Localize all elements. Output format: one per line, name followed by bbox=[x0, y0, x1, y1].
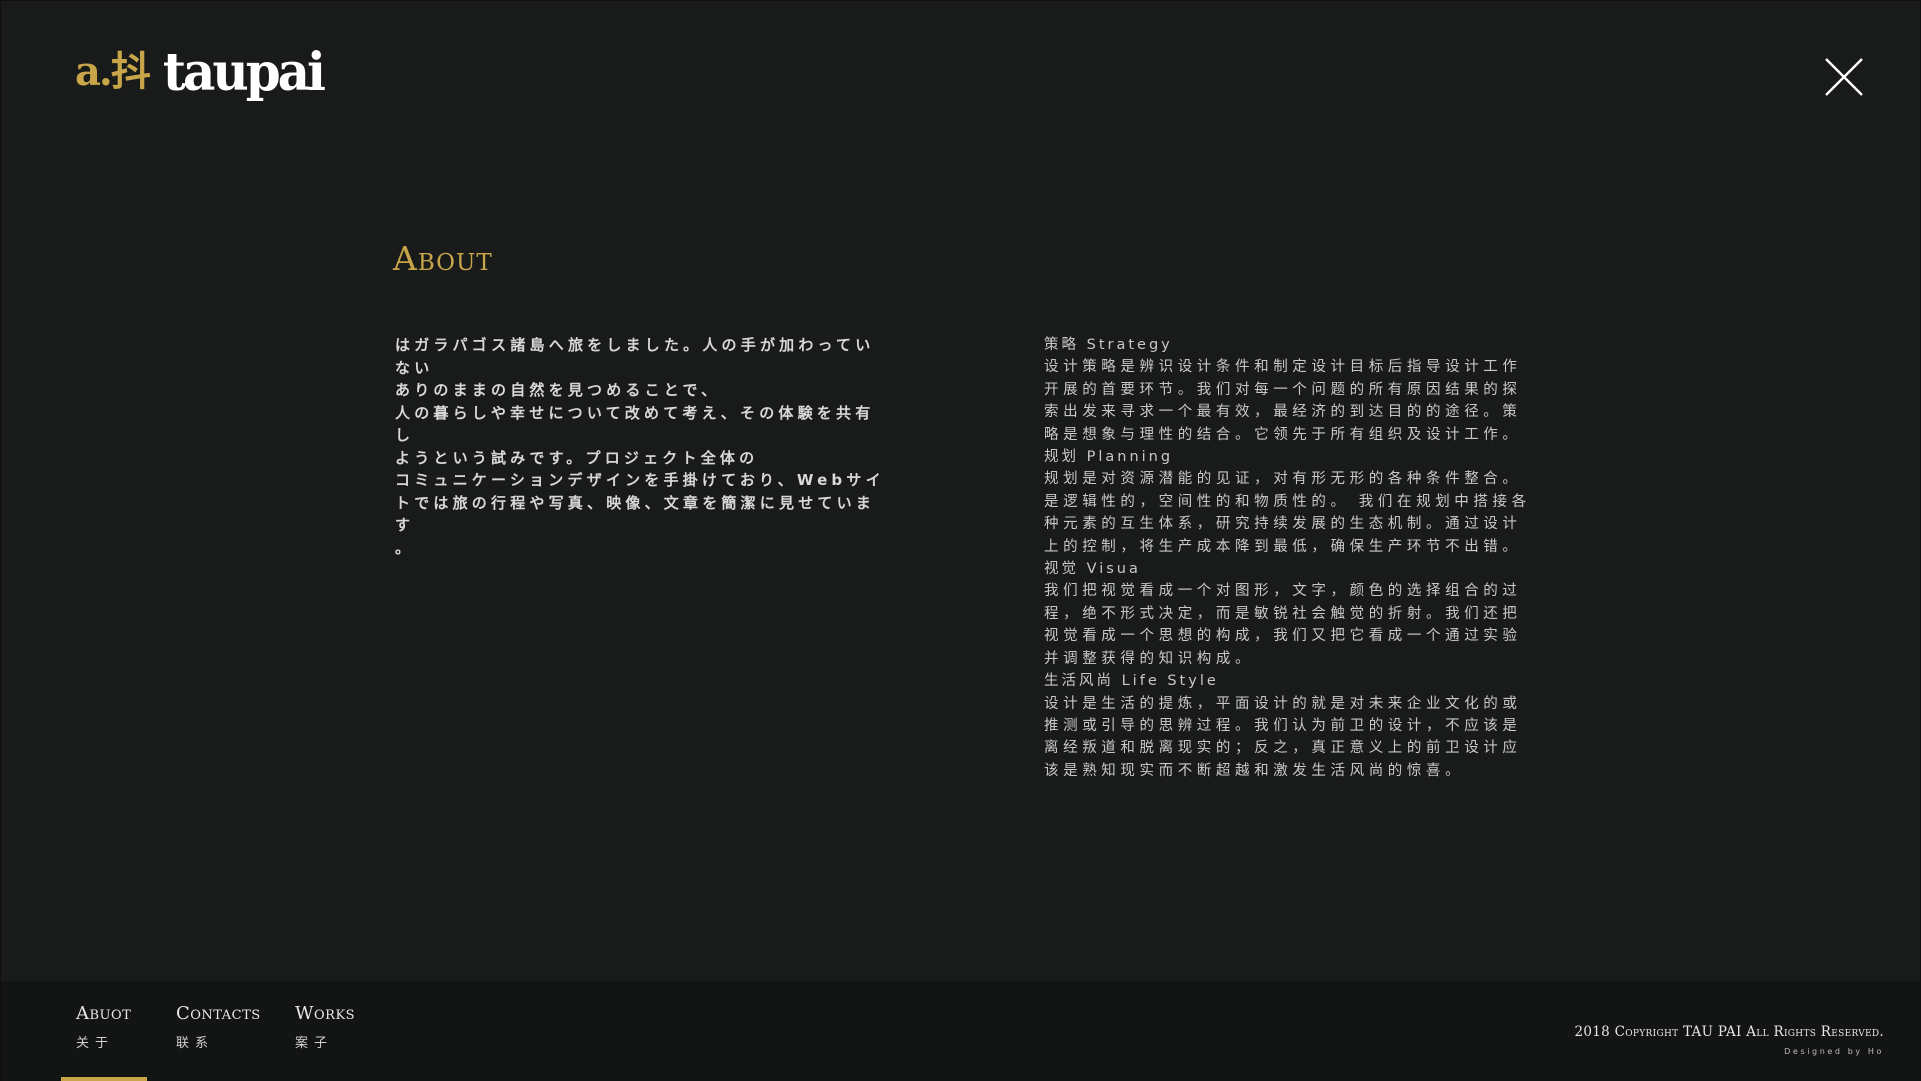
close-icon bbox=[1825, 58, 1863, 96]
logo-mark: a.抖 bbox=[75, 48, 151, 95]
nav-label-cn: 关于 bbox=[76, 1036, 115, 1051]
nav-item-contacts[interactable]: Contacts 联系 bbox=[176, 1003, 261, 1051]
nav-label-en: Works bbox=[295, 1003, 356, 1024]
section-title: 生活风尚 Life Style bbox=[1044, 673, 1219, 690]
section-strategy: 策略 Strategy 设计策略是辨识设计条件和制定设计目标后指导设计工作开展的… bbox=[1044, 334, 1534, 446]
section-body: 设计是生活的提炼，平面设计的就是对未来企业文化的或推测或引导的思辨过程。我们认为… bbox=[1044, 695, 1522, 779]
nav-item-about[interactable]: Abuot 关于 bbox=[76, 1003, 131, 1051]
footer: Abuot 关于 Contacts 联系 Works 案子 2018 Copyr… bbox=[1, 981, 1920, 1081]
about-sections: 策略 Strategy 设计策略是辨识设计条件和制定设计目标后指导设计工作开展的… bbox=[1044, 334, 1534, 782]
section-visual: 视觉 Visua 我们把视觉看成一个对图形，文字，颜色的选择组合的过程，绝不形式… bbox=[1044, 558, 1534, 670]
section-title: 视觉 Visua bbox=[1044, 561, 1141, 578]
section-body: 我们把视觉看成一个对图形，文字，颜色的选择组合的过程，绝不形式决定，而是敏锐社会… bbox=[1044, 583, 1522, 667]
nav-label-en: Contacts bbox=[176, 1003, 261, 1024]
nav-label-cn: 联系 bbox=[176, 1036, 215, 1051]
designed-by-text: Designed by Ho bbox=[1784, 1047, 1884, 1056]
section-title: 策略 Strategy bbox=[1044, 337, 1173, 353]
section-title: 规划 Planning bbox=[1044, 449, 1174, 466]
logo[interactable]: a.抖 taupai bbox=[75, 40, 326, 103]
nav-label-cn: 案子 bbox=[295, 1036, 334, 1051]
nav-item-works[interactable]: Works 案子 bbox=[295, 1003, 355, 1051]
section-body: 规划是对资源潜能的见证，对有形无形的各种条件整合。是逻辑性的，空间性的和物质性的… bbox=[1044, 471, 1531, 555]
section-lifestyle: 生活风尚 Life Style 设计是生活的提炼，平面设计的就是对未来企业文化的… bbox=[1044, 670, 1534, 782]
copyright-text: 2018 Copyright TAU PAI All Rights Reserv… bbox=[1574, 1024, 1884, 1040]
about-japanese-text: はガラパゴス諸島へ旅をしました。人の手が加わっていない ありのままの自然を見つめ… bbox=[395, 336, 885, 557]
page: a.抖 taupai About はガラパゴス諸島へ旅をしました。人の手が加わっ… bbox=[0, 0, 1921, 1081]
close-button[interactable] bbox=[1823, 56, 1865, 98]
section-planning: 规划 Planning 规划是对资源潜能的见证，对有形无形的各种条件整合。是逻辑… bbox=[1044, 446, 1534, 558]
section-body: 设计策略是辨识设计条件和制定设计目标后指导设计工作开展的首要环节。我们对每一个问… bbox=[1044, 359, 1522, 443]
nav-active-indicator bbox=[61, 1077, 147, 1081]
logo-text: taupai bbox=[162, 40, 326, 103]
page-title: About bbox=[393, 239, 493, 278]
nav-label-en: Abuot bbox=[76, 1003, 132, 1024]
